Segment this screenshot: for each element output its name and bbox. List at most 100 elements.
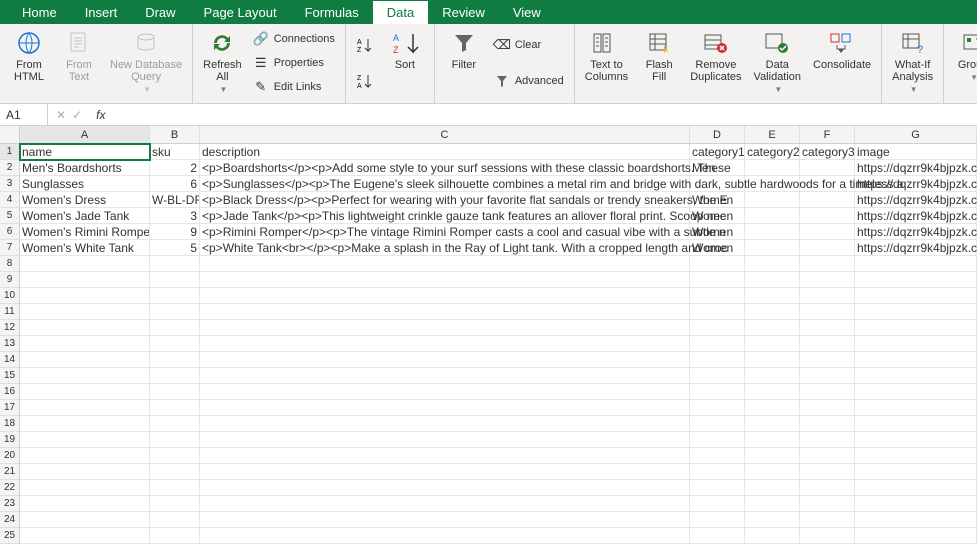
cell-A2[interactable]: Men's Boardshorts [20,160,150,176]
cell-C2[interactable]: <p>Boardshorts</p><p>Add some style to y… [200,160,690,176]
cell-D11[interactable] [690,304,745,320]
cell-B15[interactable] [150,368,200,384]
cell-D3[interactable] [690,176,745,192]
cell-B12[interactable] [150,320,200,336]
cell-E18[interactable] [745,416,800,432]
cell-E12[interactable] [745,320,800,336]
tab-draw[interactable]: Draw [131,1,189,24]
cell-E23[interactable] [745,496,800,512]
cell-B16[interactable] [150,384,200,400]
cell-G1[interactable]: image [855,144,977,160]
cell-A10[interactable] [20,288,150,304]
row-header-25[interactable]: 25 [0,528,20,544]
column-header-G[interactable]: G [855,126,977,143]
cell-G16[interactable] [855,384,977,400]
cell-D2[interactable]: Men [690,160,745,176]
cell-G14[interactable] [855,352,977,368]
cell-C9[interactable] [200,272,690,288]
cell-C1[interactable]: description [200,144,690,160]
cell-G19[interactable] [855,432,977,448]
cell-G21[interactable] [855,464,977,480]
cell-B2[interactable]: 2 [150,160,200,176]
row-header-6[interactable]: 6 [0,224,20,240]
cell-A7[interactable]: Women's White Tank [20,240,150,256]
cell-D8[interactable] [690,256,745,272]
text-to-columns-button[interactable]: Text to Columns [581,27,632,85]
cell-B3[interactable]: 6 [150,176,200,192]
remove-duplicates-button[interactable]: Remove Duplicates [686,27,745,85]
cell-A6[interactable]: Women's Rimini Romper [20,224,150,240]
cell-B9[interactable] [150,272,200,288]
cell-G3[interactable]: https://dqzrr9k4bjpzk.clo [855,176,977,192]
cell-C21[interactable] [200,464,690,480]
cell-G4[interactable]: https://dqzrr9k4bjpzk.clo [855,192,977,208]
cell-A5[interactable]: Women's Jade Tank [20,208,150,224]
cell-F4[interactable] [800,192,855,208]
cell-D7[interactable]: Women [690,240,745,256]
cell-E5[interactable] [745,208,800,224]
cell-D21[interactable] [690,464,745,480]
cell-E16[interactable] [745,384,800,400]
tab-review[interactable]: Review [428,1,499,24]
cell-F10[interactable] [800,288,855,304]
cell-E17[interactable] [745,400,800,416]
cell-G15[interactable] [855,368,977,384]
cell-A9[interactable] [20,272,150,288]
cell-F8[interactable] [800,256,855,272]
cell-D24[interactable] [690,512,745,528]
refresh-all-button[interactable]: Refresh All▼ [199,27,246,96]
cell-A15[interactable] [20,368,150,384]
cell-G17[interactable] [855,400,977,416]
cell-D5[interactable]: Women [690,208,745,224]
cell-A17[interactable] [20,400,150,416]
cell-E8[interactable] [745,256,800,272]
cell-F2[interactable] [800,160,855,176]
cell-D20[interactable] [690,448,745,464]
cell-A23[interactable] [20,496,150,512]
cell-F20[interactable] [800,448,855,464]
row-header-17[interactable]: 17 [0,400,20,416]
cell-D25[interactable] [690,528,745,544]
cell-E20[interactable] [745,448,800,464]
cell-F14[interactable] [800,352,855,368]
cell-C15[interactable] [200,368,690,384]
cell-G12[interactable] [855,320,977,336]
cell-E2[interactable] [745,160,800,176]
cell-E6[interactable] [745,224,800,240]
cell-G24[interactable] [855,512,977,528]
cell-B4[interactable]: W-BL-DR [150,192,200,208]
cell-A20[interactable] [20,448,150,464]
cell-A13[interactable] [20,336,150,352]
advanced-filter-button[interactable]: Advanced [491,72,568,90]
cell-G13[interactable] [855,336,977,352]
tab-formulas[interactable]: Formulas [291,1,373,24]
cell-D17[interactable] [690,400,745,416]
cell-F15[interactable] [800,368,855,384]
cell-C16[interactable] [200,384,690,400]
cell-B21[interactable] [150,464,200,480]
cell-G2[interactable]: https://dqzrr9k4bjpzk.clo [855,160,977,176]
formula-input[interactable] [111,104,977,125]
cell-D23[interactable] [690,496,745,512]
cell-E9[interactable] [745,272,800,288]
cell-D15[interactable] [690,368,745,384]
tab-home[interactable]: Home [8,1,71,24]
cell-C22[interactable] [200,480,690,496]
cell-A3[interactable]: Sunglasses [20,176,150,192]
cell-A19[interactable] [20,432,150,448]
cell-F18[interactable] [800,416,855,432]
data-validation-button[interactable]: Data Validation▼ [750,27,806,96]
row-header-18[interactable]: 18 [0,416,20,432]
cell-E19[interactable] [745,432,800,448]
row-header-9[interactable]: 9 [0,272,20,288]
cell-G5[interactable]: https://dqzrr9k4bjpzk.clo [855,208,977,224]
cell-D14[interactable] [690,352,745,368]
cell-E13[interactable] [745,336,800,352]
cell-F16[interactable] [800,384,855,400]
row-header-15[interactable]: 15 [0,368,20,384]
what-if-analysis-button[interactable]: ? What-If Analysis▼ [888,27,937,96]
cell-B1[interactable]: sku [150,144,200,160]
column-header-D[interactable]: D [690,126,745,143]
cell-C6[interactable]: <p>Rimini Romper</p><p>The vintage Rimin… [200,224,690,240]
row-header-14[interactable]: 14 [0,352,20,368]
